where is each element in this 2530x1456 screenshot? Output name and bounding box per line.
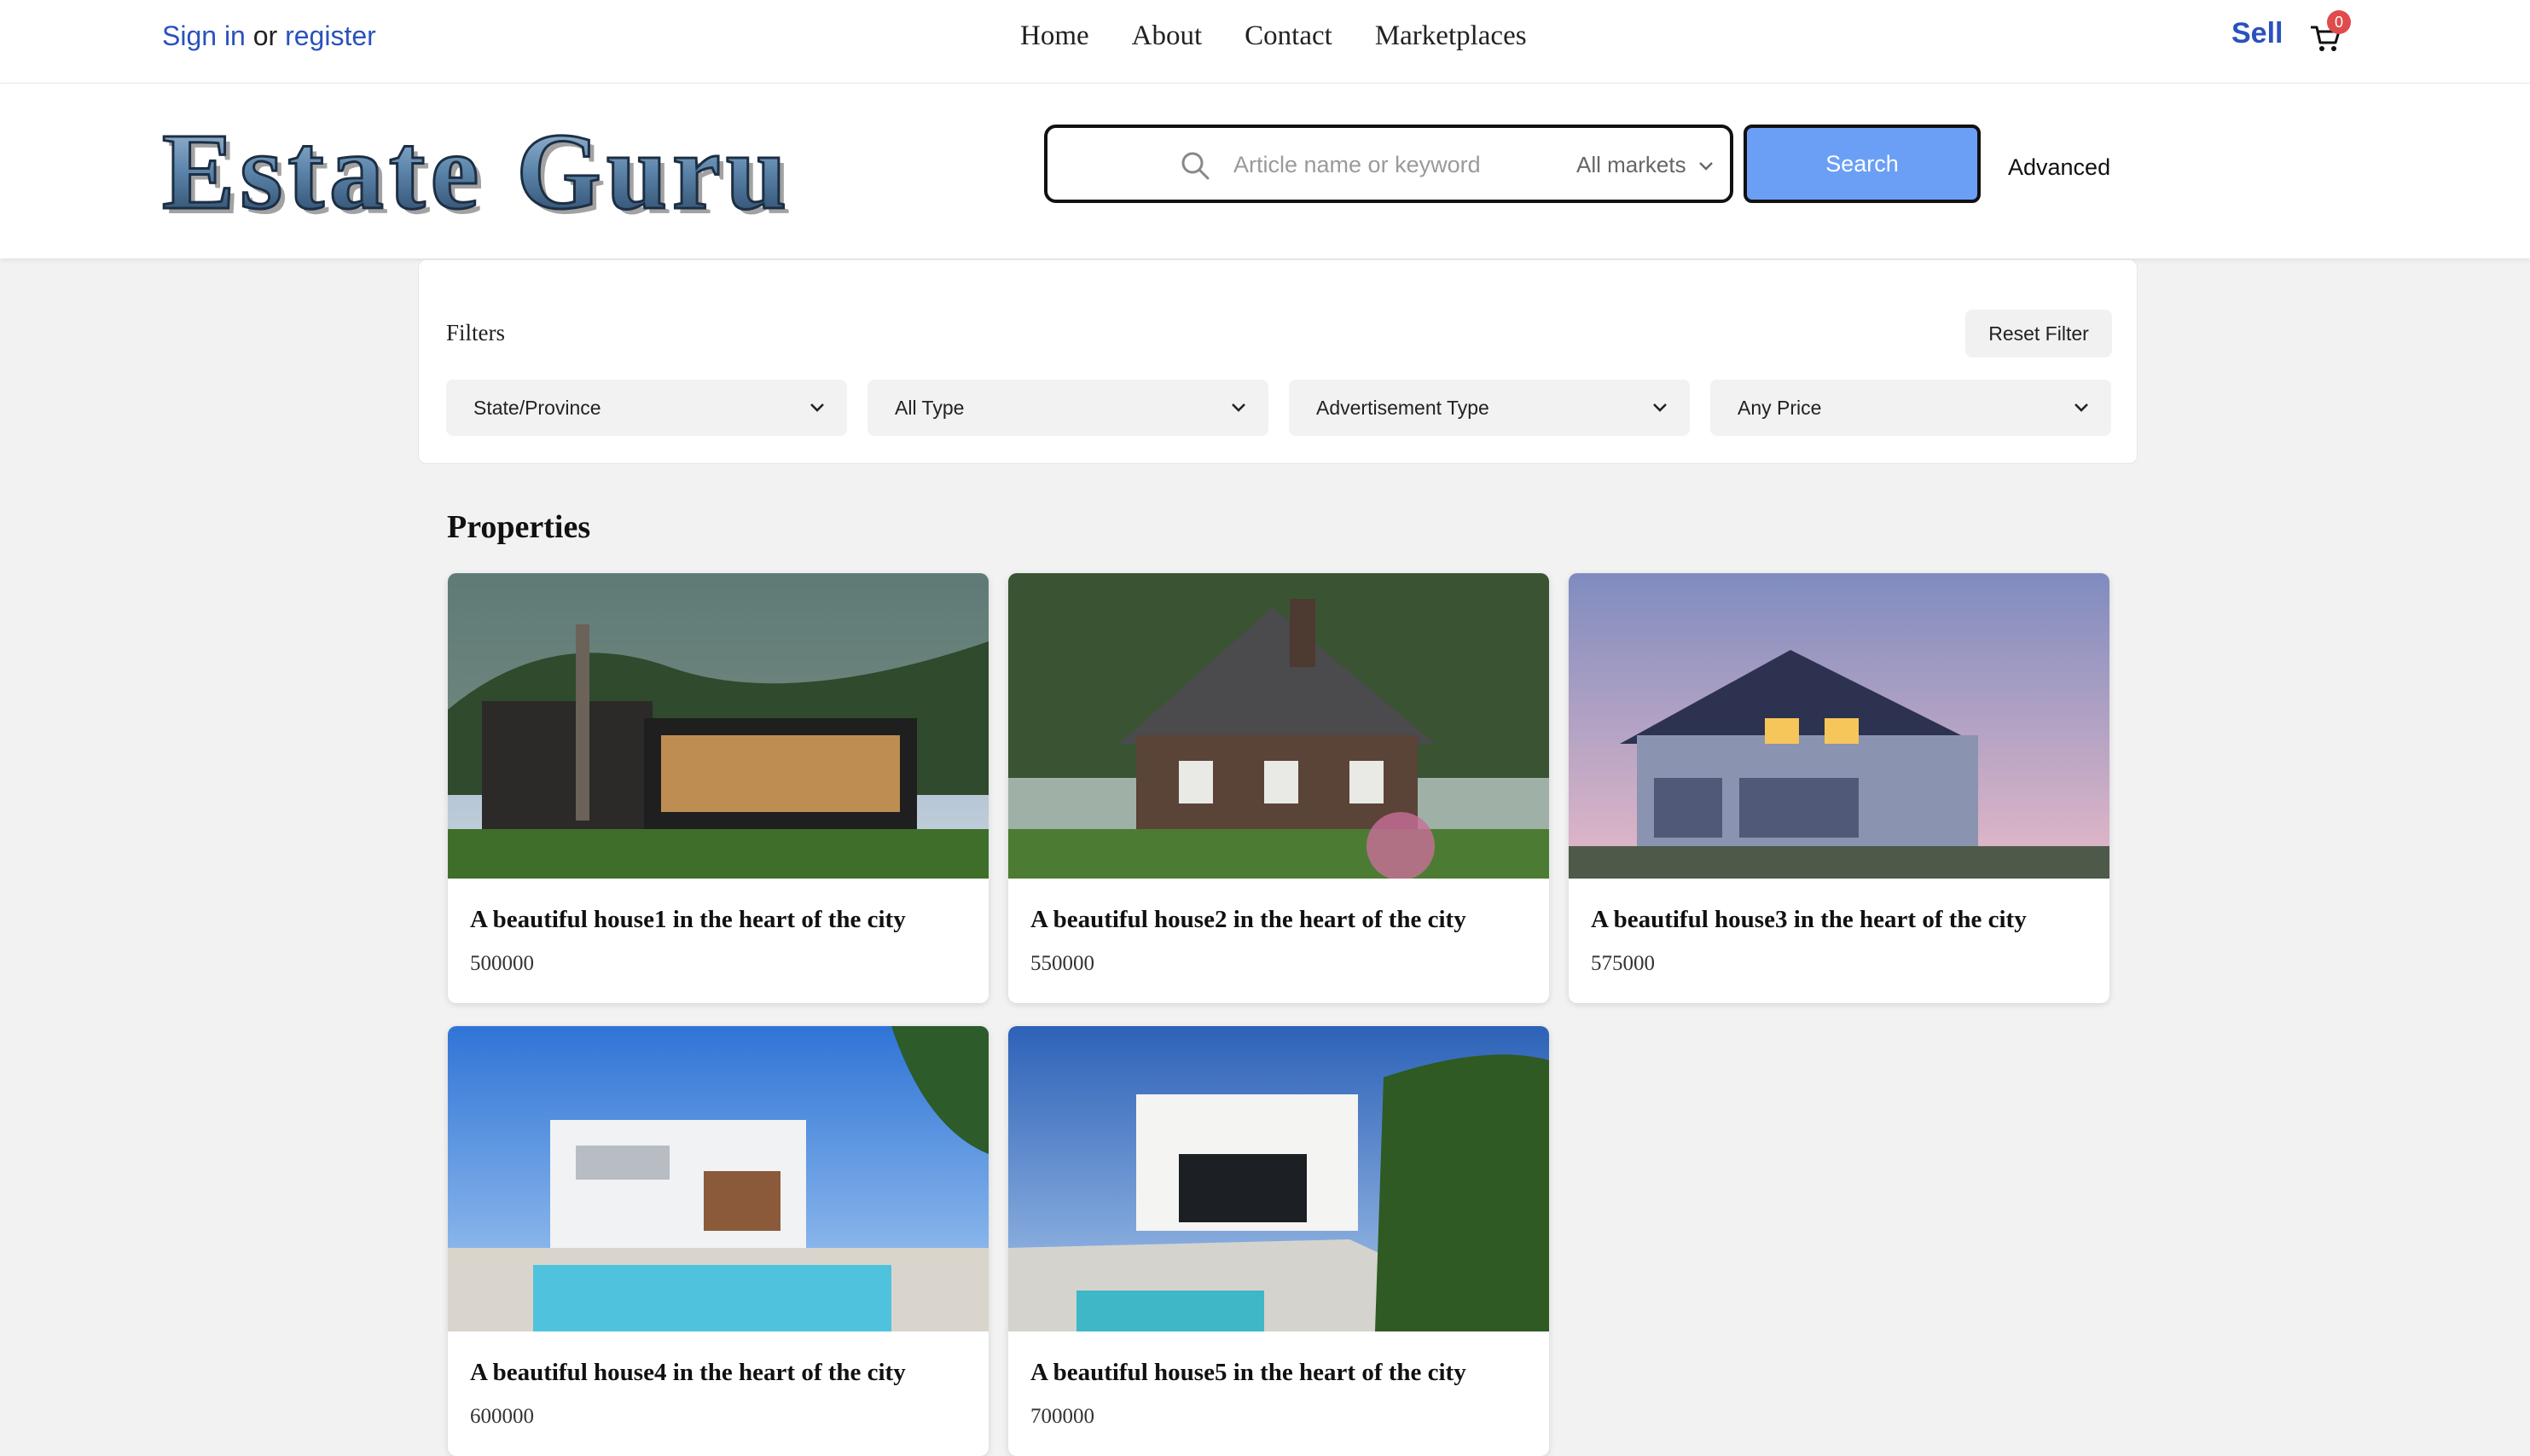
svg-text:Estate Guru: Estate Guru bbox=[162, 111, 792, 232]
select-label: Any Price bbox=[1738, 397, 1822, 419]
main-nav: Home About Contact Marketplaces bbox=[1020, 20, 1527, 52]
search-button[interactable]: Search bbox=[1744, 125, 1981, 203]
property-title[interactable]: A beautiful house4 in the heart of the c… bbox=[470, 1359, 906, 1387]
property-card[interactable]: A beautiful house5 in the heart of the c… bbox=[1008, 1026, 1549, 1456]
chevron-down-icon bbox=[810, 403, 824, 412]
property-image bbox=[1008, 573, 1549, 879]
auth-or-text: or bbox=[252, 20, 278, 51]
state-province-select[interactable]: State/Province bbox=[446, 380, 847, 436]
property-price: 700000 bbox=[1030, 1405, 1094, 1428]
search-box: All markets bbox=[1044, 125, 1733, 203]
property-card[interactable]: A beautiful house1 in the heart of the c… bbox=[448, 573, 989, 1003]
property-image bbox=[1569, 573, 2109, 879]
properties-heading: Properties bbox=[447, 509, 591, 545]
property-image bbox=[448, 573, 989, 879]
property-price: 575000 bbox=[1591, 952, 1655, 975]
nav-marketplaces[interactable]: Marketplaces bbox=[1375, 20, 1527, 52]
property-card[interactable]: A beautiful house2 in the heart of the c… bbox=[1008, 573, 1549, 1003]
property-card[interactable]: A beautiful house4 in the heart of the c… bbox=[448, 1026, 989, 1456]
market-select[interactable]: All markets bbox=[1576, 152, 1715, 178]
chevron-down-icon bbox=[2074, 403, 2088, 412]
filters-label: Filters bbox=[446, 320, 506, 345]
market-select-label: All markets bbox=[1576, 152, 1686, 177]
property-title[interactable]: A beautiful house5 in the heart of the c… bbox=[1030, 1359, 1466, 1387]
property-price: 500000 bbox=[470, 952, 534, 975]
chevron-down-icon bbox=[1653, 403, 1667, 412]
search-icon bbox=[1181, 152, 1210, 180]
filters-panel: Filters Reset Filter State/Province All … bbox=[418, 259, 2138, 464]
chevron-down-icon bbox=[1698, 162, 1713, 171]
auth-links: Sign in or register bbox=[162, 20, 376, 52]
property-card[interactable]: A beautiful house3 in the heart of the c… bbox=[1569, 573, 2109, 1003]
advertisement-type-select[interactable]: Advertisement Type bbox=[1289, 380, 1690, 436]
select-label: State/Province bbox=[473, 397, 601, 419]
search-input[interactable] bbox=[1233, 148, 1481, 181]
sell-link[interactable]: Sell bbox=[2231, 17, 2283, 50]
price-select[interactable]: Any Price bbox=[1710, 380, 2111, 436]
site-logo[interactable]: Estate Guru Estate Guru bbox=[154, 106, 870, 235]
sign-in-link[interactable]: Sign in bbox=[162, 20, 246, 51]
cart-count-badge: 0 bbox=[2327, 10, 2351, 34]
property-title[interactable]: A beautiful house2 in the heart of the c… bbox=[1030, 906, 1466, 934]
nav-about[interactable]: About bbox=[1132, 20, 1203, 52]
property-title[interactable]: A beautiful house3 in the heart of the c… bbox=[1591, 906, 2027, 934]
nav-home[interactable]: Home bbox=[1020, 20, 1089, 52]
top-bar: Sign in or register Home About Contact M… bbox=[0, 0, 2530, 84]
nav-contact[interactable]: Contact bbox=[1245, 20, 1332, 52]
property-image bbox=[1008, 1026, 1549, 1331]
property-image bbox=[448, 1026, 989, 1331]
property-price: 600000 bbox=[470, 1405, 534, 1428]
reset-filter-button[interactable]: Reset Filter bbox=[1965, 310, 2112, 357]
property-price: 550000 bbox=[1030, 952, 1094, 975]
chevron-down-icon bbox=[1232, 403, 1245, 412]
advanced-search-link[interactable]: Advanced bbox=[2008, 154, 2110, 181]
select-label: Advertisement Type bbox=[1316, 397, 1489, 419]
property-title[interactable]: A beautiful house1 in the heart of the c… bbox=[470, 906, 906, 934]
header: Estate Guru Estate Guru All markets Sear… bbox=[0, 84, 2530, 258]
register-link[interactable]: register bbox=[285, 20, 376, 51]
type-select[interactable]: All Type bbox=[868, 380, 1268, 436]
select-label: All Type bbox=[895, 397, 965, 419]
